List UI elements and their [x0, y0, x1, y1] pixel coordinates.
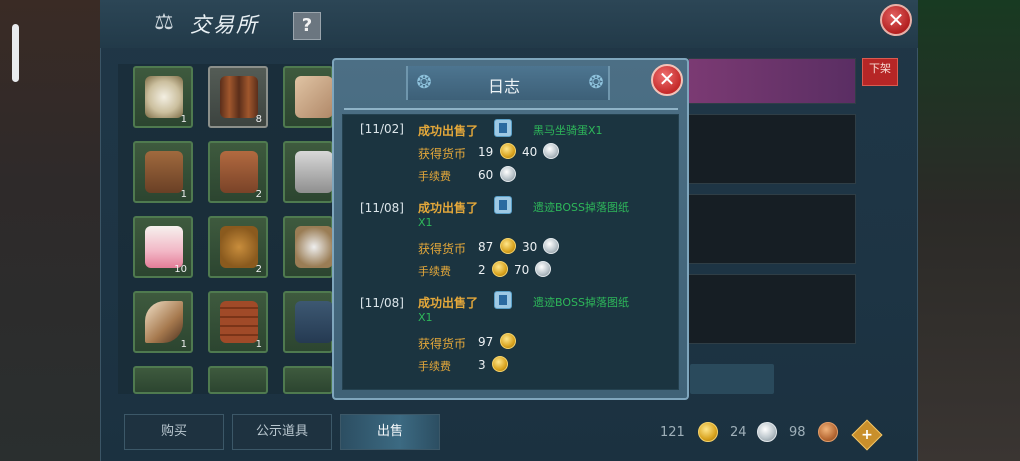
log-date: [11/08]	[360, 296, 404, 310]
seed-sack-icon	[220, 226, 258, 268]
scale-icon: ⚖	[154, 10, 174, 35]
inventory-slot[interactable]	[283, 141, 333, 203]
silver-coin-icon	[757, 422, 777, 442]
horn-icon	[145, 301, 183, 343]
log-item-name: 遗迹BOSS掉落图纸	[533, 296, 629, 309]
silver-coin-icon	[543, 143, 559, 159]
scroll-item-icon	[494, 119, 512, 137]
gold-coin-icon	[698, 422, 718, 442]
inventory-slot[interactable]: 1	[133, 141, 193, 203]
ornament-right-icon: ❂	[588, 72, 604, 93]
gold-coin-icon	[500, 333, 516, 349]
tab-sell[interactable]: 出售	[340, 414, 440, 450]
log-earned-silver: 30	[522, 240, 538, 254]
stone-icon	[295, 151, 333, 193]
log-date: [11/08]	[360, 201, 404, 215]
log-fee-label: 手续费	[418, 360, 451, 373]
listing-row-selected[interactable]	[688, 58, 856, 104]
side-handle[interactable]	[12, 24, 19, 82]
silver-amount: 24	[730, 425, 747, 440]
inventory-slot[interactable]	[133, 366, 193, 394]
log-earned-gold: 87	[478, 240, 494, 254]
gold-coin-icon	[492, 261, 508, 277]
cotton-icon	[145, 76, 183, 118]
copper-amount: 98	[789, 425, 806, 440]
cotton-sack-icon	[295, 226, 333, 268]
log-action: 成功出售了	[418, 201, 479, 215]
inventory-slot[interactable]: 2	[208, 141, 268, 203]
chest-icon	[295, 301, 333, 343]
close-log-button[interactable]: ✕	[651, 64, 683, 96]
silver-coin-icon	[543, 238, 559, 254]
inventory-slot[interactable]: 1	[133, 66, 193, 128]
tab-buy[interactable]: 购买	[124, 414, 224, 450]
listing-row[interactable]	[688, 274, 856, 344]
inventory-slot[interactable]: 2	[208, 216, 268, 278]
copper-coin-icon	[818, 422, 838, 442]
listing-row[interactable]	[688, 114, 856, 184]
log-item-name-cont: X1	[418, 216, 433, 229]
log-earned-label: 获得货币	[418, 337, 467, 351]
inventory-slot[interactable]	[283, 66, 333, 128]
wood-bundle-icon	[220, 76, 258, 118]
rope-icon	[295, 76, 333, 118]
scroll-item-icon	[494, 196, 512, 214]
log-earned-label: 获得货币	[418, 242, 467, 256]
log-item-name-cont: X1	[418, 311, 433, 324]
gold-amount: 121	[660, 425, 685, 440]
silver-coin-icon	[535, 261, 551, 277]
log-fee-silver: 60	[478, 168, 494, 182]
inventory-slot[interactable]	[283, 216, 333, 278]
log-date: [11/02]	[360, 122, 404, 136]
hide-icon	[220, 151, 258, 193]
leather-icon	[145, 151, 183, 193]
divider	[344, 108, 678, 110]
log-title: 日志	[487, 77, 520, 96]
log-earned-gold: 19	[478, 145, 494, 159]
unshelf-button[interactable]: 下架	[862, 58, 898, 86]
log-action: 成功出售了	[418, 296, 479, 310]
inventory-slot[interactable]	[208, 366, 268, 394]
inventory-slot[interactable]: 10	[133, 216, 193, 278]
inventory-grid: 1 8 1 2 10 2 1 1	[118, 64, 338, 394]
log-item-name: 遗迹BOSS掉落图纸	[533, 201, 629, 214]
log-earned-gold: 97	[478, 335, 494, 349]
inventory-slot[interactable]	[283, 366, 333, 394]
game-world-right	[915, 0, 1020, 461]
close-window-button[interactable]: ✕	[880, 4, 912, 36]
inventory-slot[interactable]: 1	[133, 291, 193, 353]
gold-coin-icon	[500, 143, 516, 159]
log-fee-gold: 2	[478, 263, 486, 277]
scroll-item-icon	[494, 291, 512, 309]
help-button[interactable]: ?	[293, 12, 321, 40]
tab-public-items[interactable]: 公示道具	[232, 414, 332, 450]
log-fee-label: 手续费	[418, 170, 451, 183]
inventory-slot[interactable]	[283, 291, 333, 353]
log-action: 成功出售了	[418, 124, 479, 138]
potion-bottle-icon	[145, 226, 183, 268]
listing-row[interactable]	[688, 194, 856, 264]
silver-coin-icon	[500, 166, 516, 182]
log-item-name: 黑马坐骑蛋X1	[533, 124, 603, 137]
gold-coin-icon	[492, 356, 508, 372]
log-fee-label: 手续费	[418, 265, 451, 278]
inventory-slot[interactable]: 1	[208, 291, 268, 353]
log-fee-silver: 70	[514, 263, 530, 277]
log-fee-gold: 3	[478, 358, 486, 372]
log-earned-label: 获得货币	[418, 147, 467, 161]
gold-coin-icon	[500, 238, 516, 254]
log-earned-silver: 40	[522, 145, 538, 159]
cabinet-icon	[220, 301, 258, 343]
window-title: 交易所	[190, 13, 259, 37]
ornament-left-icon: ❂	[416, 72, 432, 93]
confirm-bar[interactable]	[690, 364, 774, 394]
inventory-slot[interactable]: 8	[208, 66, 268, 128]
